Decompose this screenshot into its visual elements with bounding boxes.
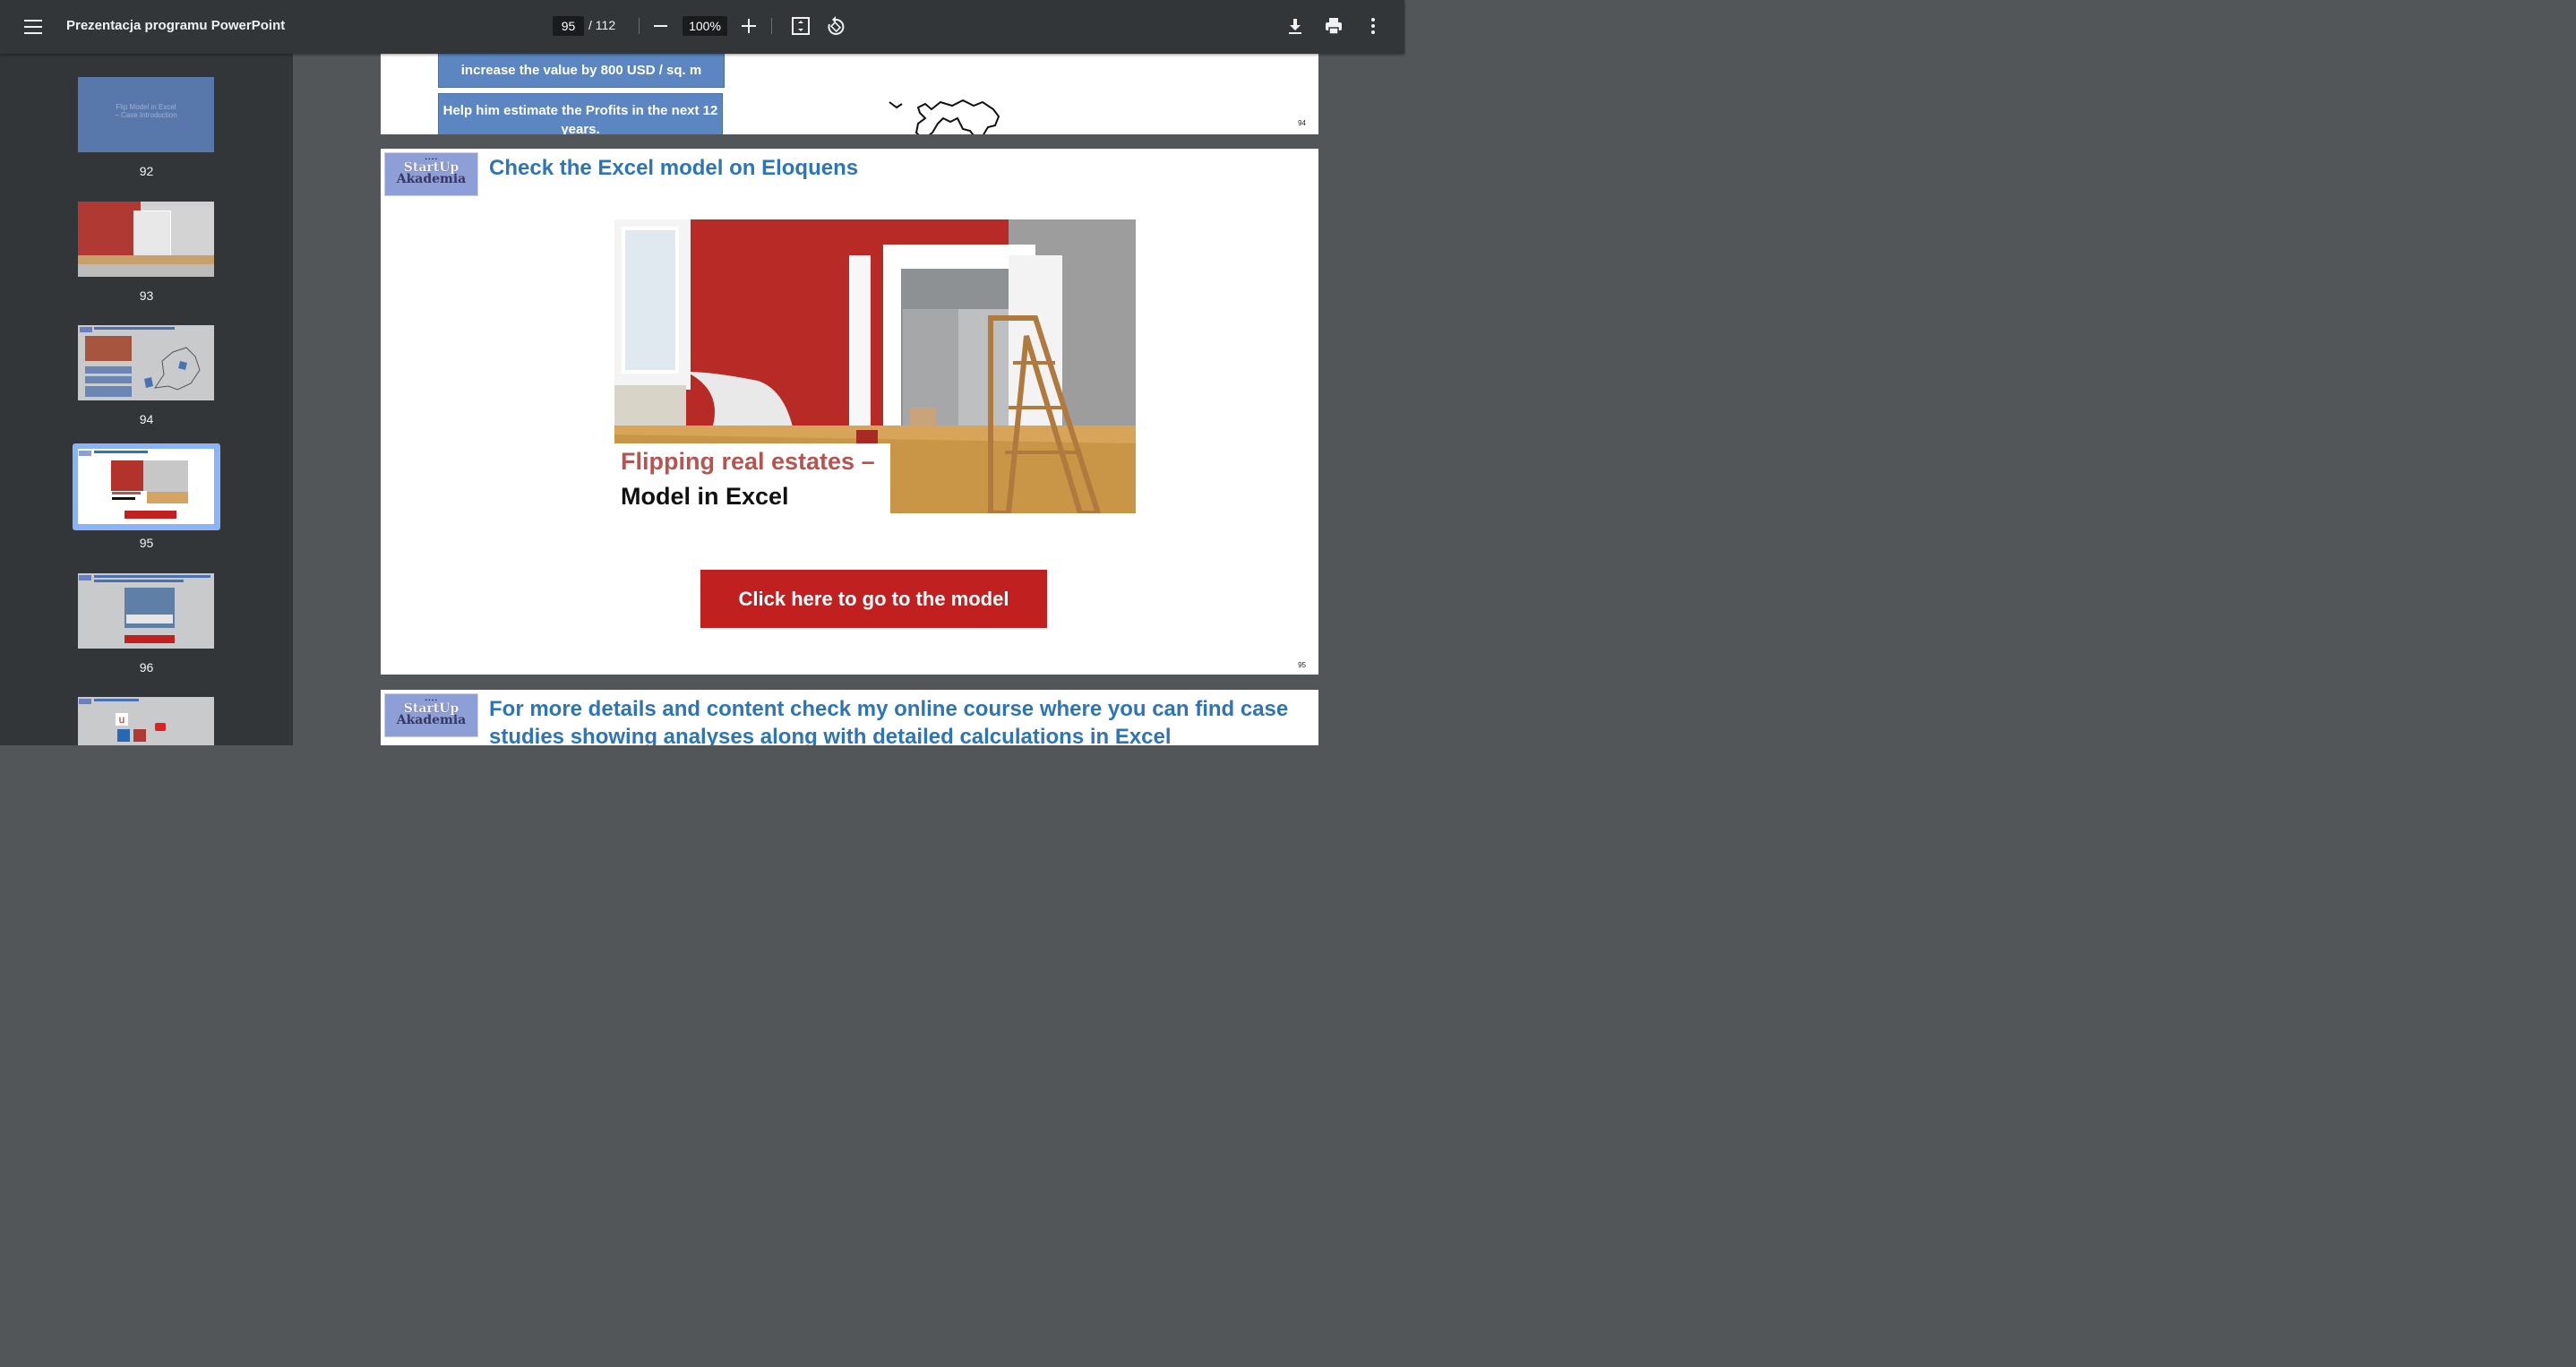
thumbnail-logo [79,575,91,580]
image-caption-line1: Flipping real estates – [621,448,875,475]
slide-title: Check the Excel model on Eloquens [489,156,859,180]
divider [639,18,640,34]
thumbnail-image [143,492,188,503]
thumbnail-number: 95 [139,536,154,550]
thumbnail-logo [79,451,91,456]
europe-map [889,99,1000,134]
startup-akademia-logo: •••• StartUp Akademia [384,152,478,196]
thumbnail-92[interactable]: Flip Model in Excel – Case Introduction [78,77,214,152]
thumbnail-number: 93 [139,288,154,303]
page-total: / 112 [588,18,616,32]
udemy-icon: u [116,713,128,726]
thumbnail-logo [80,327,92,332]
zoom-input[interactable]: 100% [683,16,727,36]
info-box: increase the value by 800 USD / sq. m [438,54,725,88]
thumbnail-number: 94 [139,412,154,426]
info-box: Help him estimate the Profits in the nex… [438,93,723,134]
slide-title: For more details and content check my on… [489,697,1289,745]
thumbnail-box [85,366,132,374]
document-title: Prezentacja programu PowerPoint [66,18,286,33]
thumbnail-map [144,347,201,391]
download-icon[interactable] [1284,14,1307,38]
thumbnail-sidebar: Flip Model in Excel – Case Introduction … [0,54,293,745]
thumbnail-image [85,336,132,361]
thumbnail-button [125,511,176,519]
thumbnail-93[interactable] [78,202,214,277]
page-number: 95 [1298,661,1306,669]
print-icon[interactable] [1322,14,1345,38]
rotate-icon[interactable] [824,14,847,38]
page-number-input[interactable]: 95 [553,16,584,36]
thumbnail-title [94,327,175,330]
thumbnail-box [85,376,132,383]
thumbnail-96[interactable] [78,573,214,649]
zoom-out-icon[interactable] [654,25,667,27]
menu-icon[interactable] [21,17,45,37]
thumbnail-image [78,255,214,264]
thumbnail-box [85,386,132,397]
pdf-toolbar: Prezentacja programu PowerPoint 95 / 112… [0,0,1404,54]
thumbnail-95[interactable] [78,449,214,524]
thumbnail-title [94,575,210,578]
thumbnail-number: 96 [139,660,154,675]
logo-text: Akademia [396,713,467,727]
document-viewer[interactable]: increase the value by 800 USD / sq. m He… [293,54,1404,745]
thumbnail-94[interactable] [78,325,214,400]
thumbnail-number: 92 [139,164,154,178]
quora-icon [133,729,146,742]
thumbnail-button [125,635,175,643]
logo-text: Akademia [396,172,467,186]
thumbnail-image [78,264,214,277]
thumbnail-caption [112,497,135,500]
thumbnail-image [126,615,173,623]
startup-akademia-logo: •••• StartUp Akademia [384,693,478,737]
divider [771,18,772,34]
thumbnail-logo [79,699,91,704]
page-95: •••• StartUp Akademia Check the Excel mo… [381,149,1318,675]
thumbnail-97[interactable]: u [78,697,214,745]
youtube-icon [155,723,166,731]
fit-page-icon[interactable] [789,14,812,38]
thumbnail-text: Flip Model in Excel [116,103,176,111]
thumbnail-caption [112,492,141,494]
room-image: Flipping real estates – Model in Excel [614,219,1136,513]
thumbnail-title [94,451,148,453]
page-96: •••• StartUp Akademia For more details a… [381,690,1318,745]
go-to-model-button[interactable]: Click here to go to the model [700,570,1047,628]
thumbnail-title [94,699,139,701]
zoom-in-icon[interactable] [742,18,756,34]
thumbnail-text: – Case Introduction [115,111,177,119]
page-94: increase the value by 800 USD / sq. m He… [381,54,1318,134]
page-number: 94 [1298,119,1306,127]
image-caption-line2: Model in Excel [621,483,789,510]
linkedin-icon [117,729,130,742]
more-options-icon[interactable] [1361,14,1385,38]
thumbnail-title [94,580,184,582]
